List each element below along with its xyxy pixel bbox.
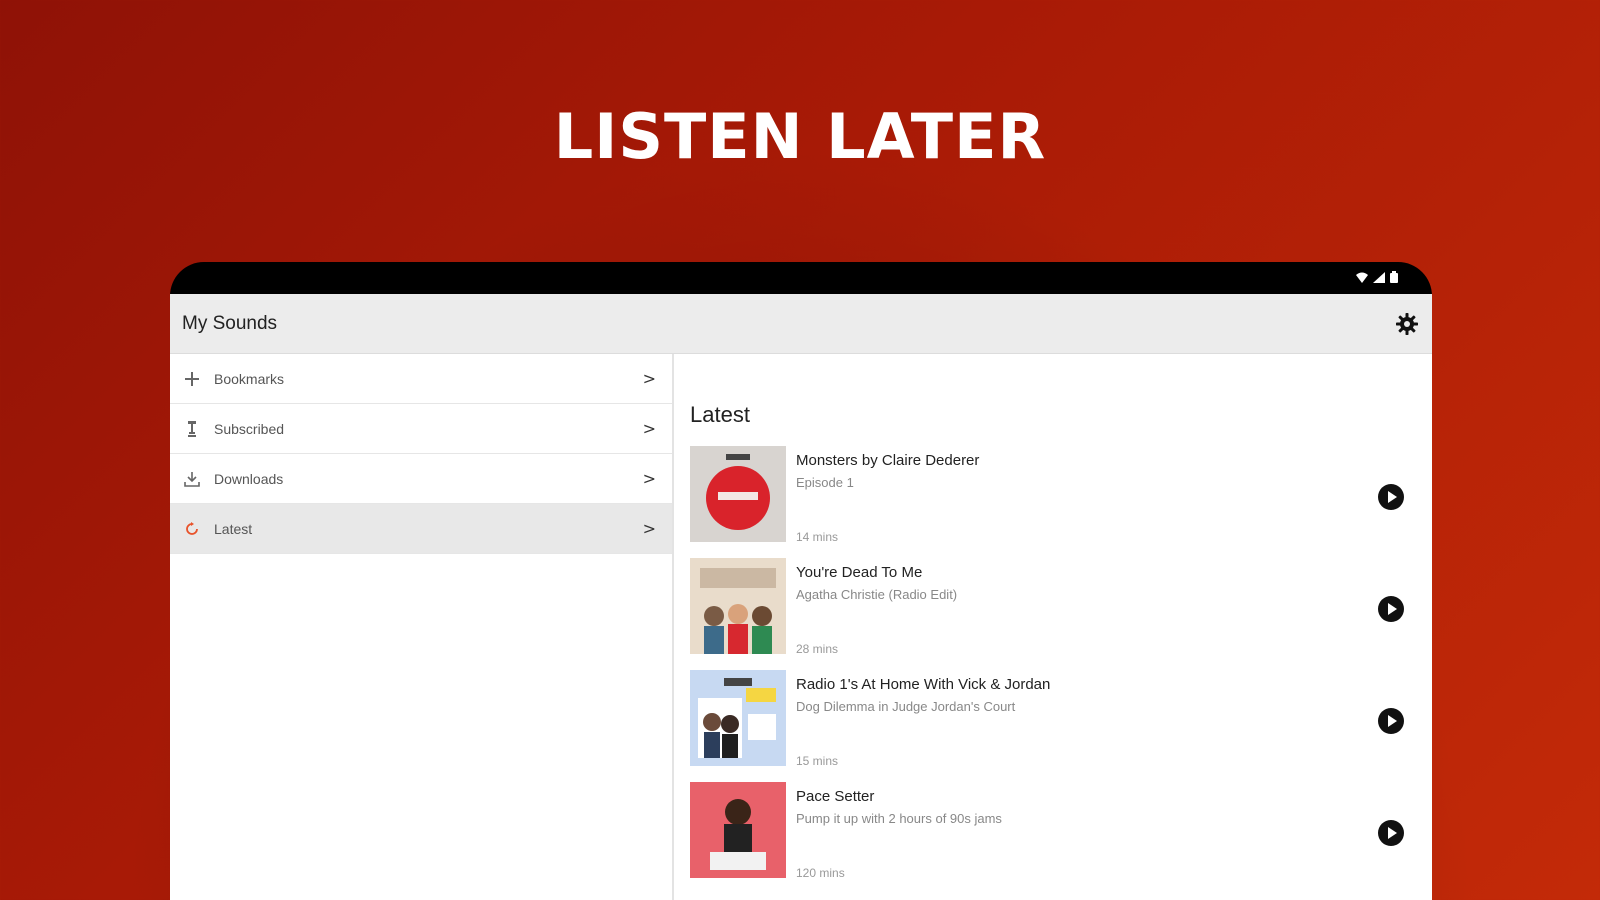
download-icon [182,469,202,489]
signal-icon [1373,271,1385,285]
chevron-right-icon: > [642,469,656,488]
episode-info: You're Dead To Me Agatha Christie (Radio… [796,558,1408,670]
sidebar-item-label: Subscribed [214,420,285,437]
chevron-right-icon: > [642,519,656,538]
list-item[interactable]: You're Dead To Me Agatha Christie (Radio… [690,558,1408,670]
episode-title: Radio 1's At Home With Vick & Jordan [796,676,1051,693]
sidebar-item-label: Bookmarks [214,370,285,387]
status-bar [170,262,1432,294]
episode-artwork [690,782,786,878]
episode-duration: 28 mins [796,642,839,656]
play-icon[interactable] [1378,820,1404,846]
episode-artwork [690,446,786,542]
episode-title: You're Dead To Me [796,564,923,581]
play-icon[interactable] [1378,708,1404,734]
app-screen: My Sounds Bookmarks > Subscribed > Downl… [170,294,1432,900]
episode-subtitle: Pump it up with 2 hours of 90s jams [796,811,1002,826]
sidebar-item-latest[interactable]: Latest > [170,504,672,554]
episode-artwork [690,670,786,766]
main-panel: Latest Monsters by Claire Dederer Episod… [674,354,1432,900]
sidebar-item-downloads[interactable]: Downloads > [170,454,672,504]
episode-subtitle: Episode 1 [796,475,854,490]
battery-icon [1390,271,1398,285]
bookmark-plus-icon [182,369,202,389]
episode-info: Pace Setter Pump it up with 2 hours of 9… [796,782,1408,894]
latest-icon [182,519,202,539]
episode-artwork [690,558,786,654]
gear-icon[interactable] [1394,311,1420,337]
episode-info: Radio 1's At Home With Vick & Jordan Dog… [796,670,1408,782]
list-item[interactable]: Monsters by Claire Dederer Episode 1 14 … [690,446,1408,558]
episode-subtitle: Dog Dilemma in Judge Jordan's Court [796,699,1016,714]
list-item[interactable]: Radio 1's At Home With Vick & Jordan Dog… [690,670,1408,782]
episode-subtitle: Agatha Christie (Radio Edit) [796,587,958,602]
episode-duration: 120 mins [796,866,845,880]
sidebar: Bookmarks > Subscribed > Downloads > Lat… [170,354,674,900]
episode-duration: 14 mins [796,530,839,544]
play-icon[interactable] [1378,596,1404,622]
episode-duration: 15 mins [796,754,839,768]
sidebar-item-subscribed[interactable]: Subscribed > [170,404,672,454]
app-bar: My Sounds [170,294,1432,354]
section-title: Latest [690,402,750,427]
play-icon[interactable] [1378,484,1404,510]
banner-headline: LISTEN LATER [553,100,1047,173]
sidebar-item-label: Latest [214,520,253,537]
wifi-icon [1356,272,1368,285]
tablet-frame: My Sounds Bookmarks > Subscribed > Downl… [170,262,1432,900]
sidebar-item-label: Downloads [214,470,284,487]
list-item[interactable]: Pace Setter Pump it up with 2 hours of 9… [690,782,1408,894]
chevron-right-icon: > [642,419,656,438]
episode-title: Monsters by Claire Dederer [796,452,980,469]
sidebar-item-bookmarks[interactable]: Bookmarks > [170,354,672,404]
episode-info: Monsters by Claire Dederer Episode 1 14 … [796,446,1408,558]
episode-title: Pace Setter [796,788,875,805]
page-title: My Sounds [182,312,278,334]
chevron-right-icon: > [642,369,656,388]
content-area: Bookmarks > Subscribed > Downloads > Lat… [170,354,1432,900]
subscribed-icon [182,419,202,439]
